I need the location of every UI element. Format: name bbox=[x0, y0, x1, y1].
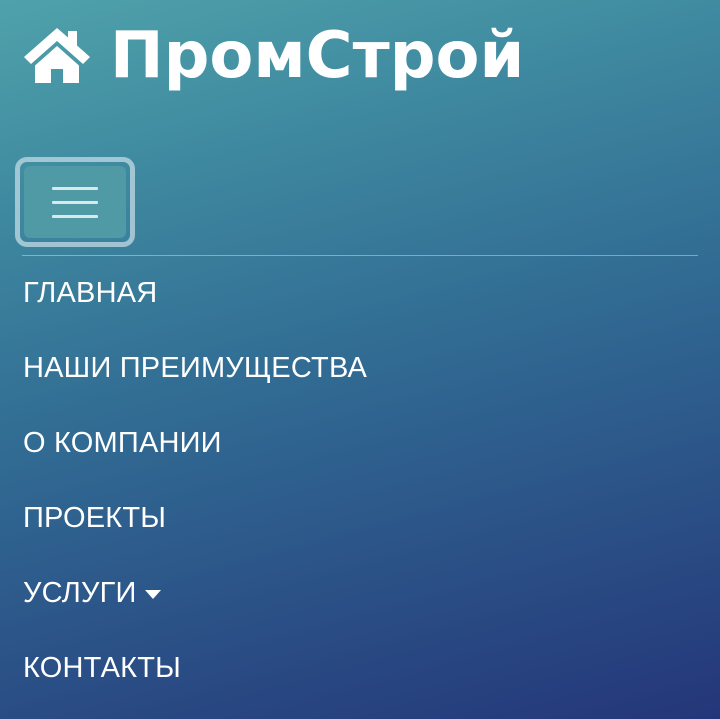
nav-link-label: ГЛАВНАЯ bbox=[23, 277, 158, 309]
nav-link-advantages[interactable]: НАШИ ПРЕИМУЩЕСТВА bbox=[23, 352, 367, 385]
nav-item-projects: ПРОЕКТЫ bbox=[23, 481, 367, 556]
navbar-toggler-button[interactable] bbox=[15, 157, 135, 247]
nav-item-contacts: КОНТАКТЫ bbox=[23, 631, 367, 706]
nav-link-services-dropdown[interactable]: УСЛУГИ bbox=[23, 577, 161, 610]
home-icon bbox=[24, 28, 90, 83]
nav-link-home[interactable]: ГЛАВНАЯ bbox=[23, 277, 157, 310]
nav-link-label: НАШИ ПРЕИМУЩЕСТВА bbox=[23, 352, 368, 384]
hamburger-bar bbox=[52, 214, 98, 218]
caret-down-icon bbox=[144, 590, 161, 599]
nav-link-about[interactable]: О КОМПАНИИ bbox=[23, 427, 222, 460]
nav-link-contacts[interactable]: КОНТАКТЫ bbox=[23, 652, 181, 685]
main-nav: ГЛАВНАЯ НАШИ ПРЕИМУЩЕСТВА О КОМПАНИИ ПРО… bbox=[23, 256, 367, 706]
nav-link-label: ПРОЕКТЫ bbox=[23, 502, 167, 534]
hamburger-bar bbox=[52, 200, 98, 204]
nav-item-services: УСЛУГИ bbox=[23, 556, 367, 631]
hamburger-icon bbox=[24, 166, 126, 238]
nav-item-about: О КОМПАНИИ bbox=[23, 406, 367, 481]
nav-link-label: О КОМПАНИИ bbox=[23, 427, 222, 459]
brand-name: ПромСтрой bbox=[110, 19, 525, 93]
nav-item-advantages: НАШИ ПРЕИМУЩЕСТВА bbox=[23, 331, 367, 406]
nav-link-label: УСЛУГИ bbox=[23, 577, 137, 609]
nav-link-projects[interactable]: ПРОЕКТЫ bbox=[23, 502, 166, 535]
hamburger-bar bbox=[52, 186, 98, 190]
nav-link-label: КОНТАКТЫ bbox=[23, 652, 182, 684]
nav-item-home: ГЛАВНАЯ bbox=[23, 256, 367, 331]
brand-link[interactable]: ПромСтрой bbox=[22, 14, 524, 98]
